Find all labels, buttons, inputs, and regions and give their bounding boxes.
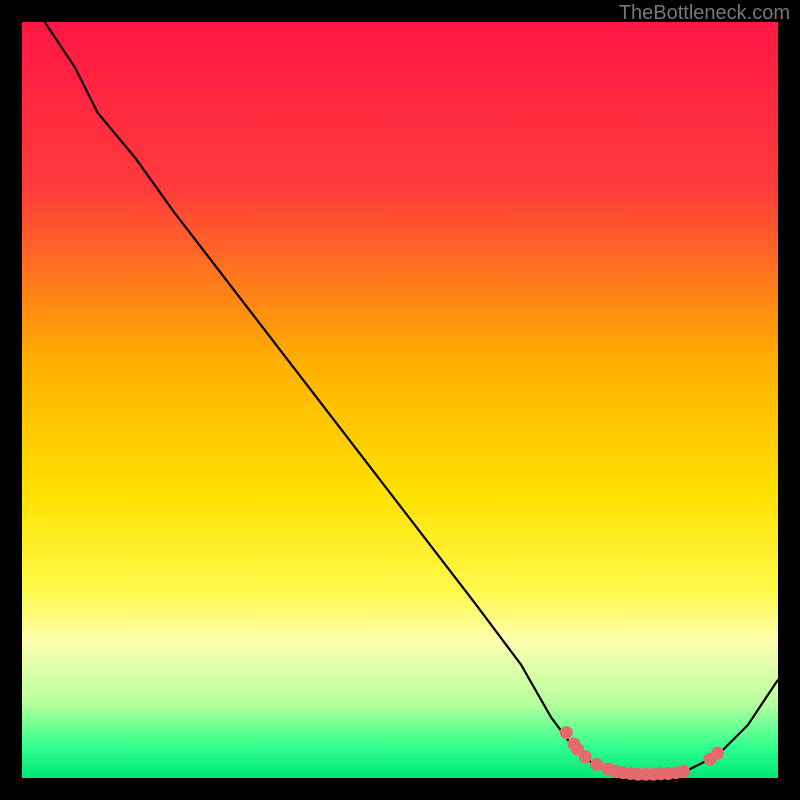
bottleneck-chart <box>0 0 800 800</box>
chart-marker <box>579 751 591 763</box>
attribution-text: TheBottleneck.com <box>619 2 790 25</box>
chart-marker <box>560 727 572 739</box>
chart-marker <box>678 765 690 777</box>
chart-gradient-bg <box>22 22 778 778</box>
chart-marker <box>591 758 603 770</box>
chart-marker <box>712 747 724 759</box>
